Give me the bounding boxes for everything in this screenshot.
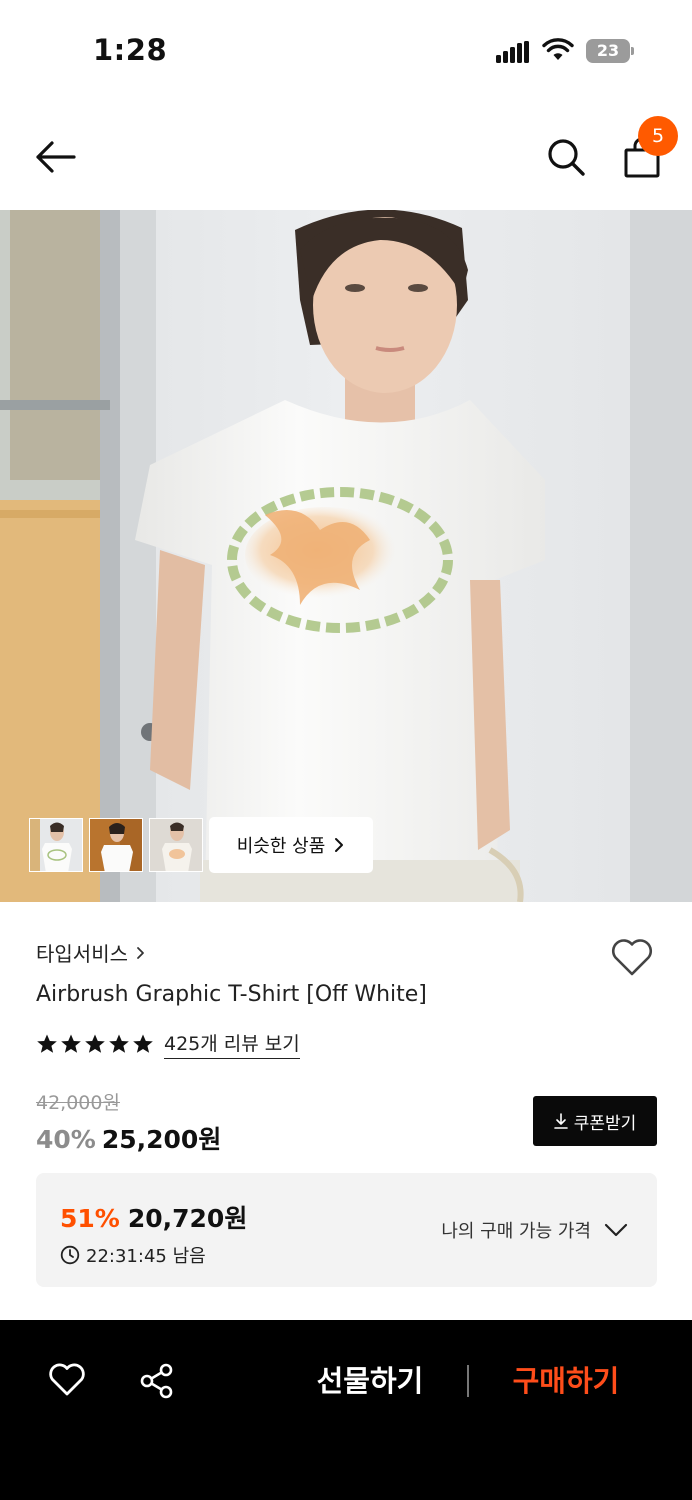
search-icon[interactable] [546,137,586,177]
gallery-thumbnail-3[interactable] [149,818,203,872]
best-price-row: 51% 20,720원 [60,1199,247,1235]
status-time: 1:28 [93,33,168,67]
star-icon [109,1034,129,1053]
back-arrow-icon[interactable] [34,140,78,174]
sale-price: 25,200원 [101,1125,222,1154]
coupon-label: 쿠폰받기 [573,1113,637,1134]
chevron-down-icon [604,1223,628,1237]
rating-row: 425개 리뷰 보기 [36,1029,300,1059]
star-icon [37,1034,57,1053]
product-photo [0,210,692,902]
top-nav: 5 [0,104,692,210]
buy-button[interactable]: 구매하기 [496,1358,636,1404]
wishlist-heart-icon[interactable] [610,937,654,977]
brand-link[interactable]: 타입서비스 [36,938,146,967]
gallery-thumbnail-1[interactable] [29,818,83,872]
star-icon [85,1034,105,1053]
clock-icon [60,1245,80,1265]
rating-stars [36,1033,154,1055]
product-image-gallery[interactable]: 비슷한 상품 [0,210,692,902]
status-bar: 1:28 23 [0,0,692,104]
my-price-label: 나의 구매 가능 가격 [441,1221,591,1242]
review-link[interactable]: 425개 리뷰 보기 [164,1029,300,1059]
similar-products-label: 비슷한 상품 [236,836,326,857]
best-discount-percent: 51% [60,1204,120,1233]
best-price-box[interactable]: 51% 20,720원 22:31:45 남음 나의 구매 가능 가격 [36,1173,657,1287]
divider [467,1365,469,1397]
best-price: 20,720원 [127,1204,248,1233]
brand-name: 타입서비스 [36,942,128,966]
cart-count-badge: 5 [638,116,678,156]
battery-indicator: 23 [586,39,634,63]
share-icon[interactable] [138,1362,176,1400]
wishlist-heart-icon[interactable] [48,1363,86,1397]
star-icon [61,1034,81,1053]
original-price: 42,000원 [36,1092,120,1114]
download-icon [553,1113,568,1129]
bottom-action-bar: 선물하기 구매하기 [0,1320,692,1500]
countdown-text: 22:31:45 남음 [86,1246,206,1267]
gallery-thumbnail-2[interactable] [89,818,143,872]
star-icon [133,1034,153,1053]
cellular-signal-icon [496,41,529,63]
product-title: Airbrush Graphic T-Shirt [Off White] [36,982,427,1007]
coupon-download-button[interactable]: 쿠폰받기 [533,1096,657,1146]
countdown-timer: 22:31:45 남음 [60,1242,206,1268]
my-price-toggle[interactable]: 나의 구매 가능 가격 [441,1217,629,1243]
chevron-right-icon [335,838,344,852]
price-row: 40% 25,200원 [36,1120,221,1156]
wifi-icon [542,38,574,60]
battery-level: 23 [596,41,620,60]
gift-button[interactable]: 선물하기 [300,1358,440,1404]
chevron-right-icon [137,946,144,959]
similar-products-button[interactable]: 비슷한 상품 [209,817,373,873]
discount-percent: 40% [36,1125,96,1154]
